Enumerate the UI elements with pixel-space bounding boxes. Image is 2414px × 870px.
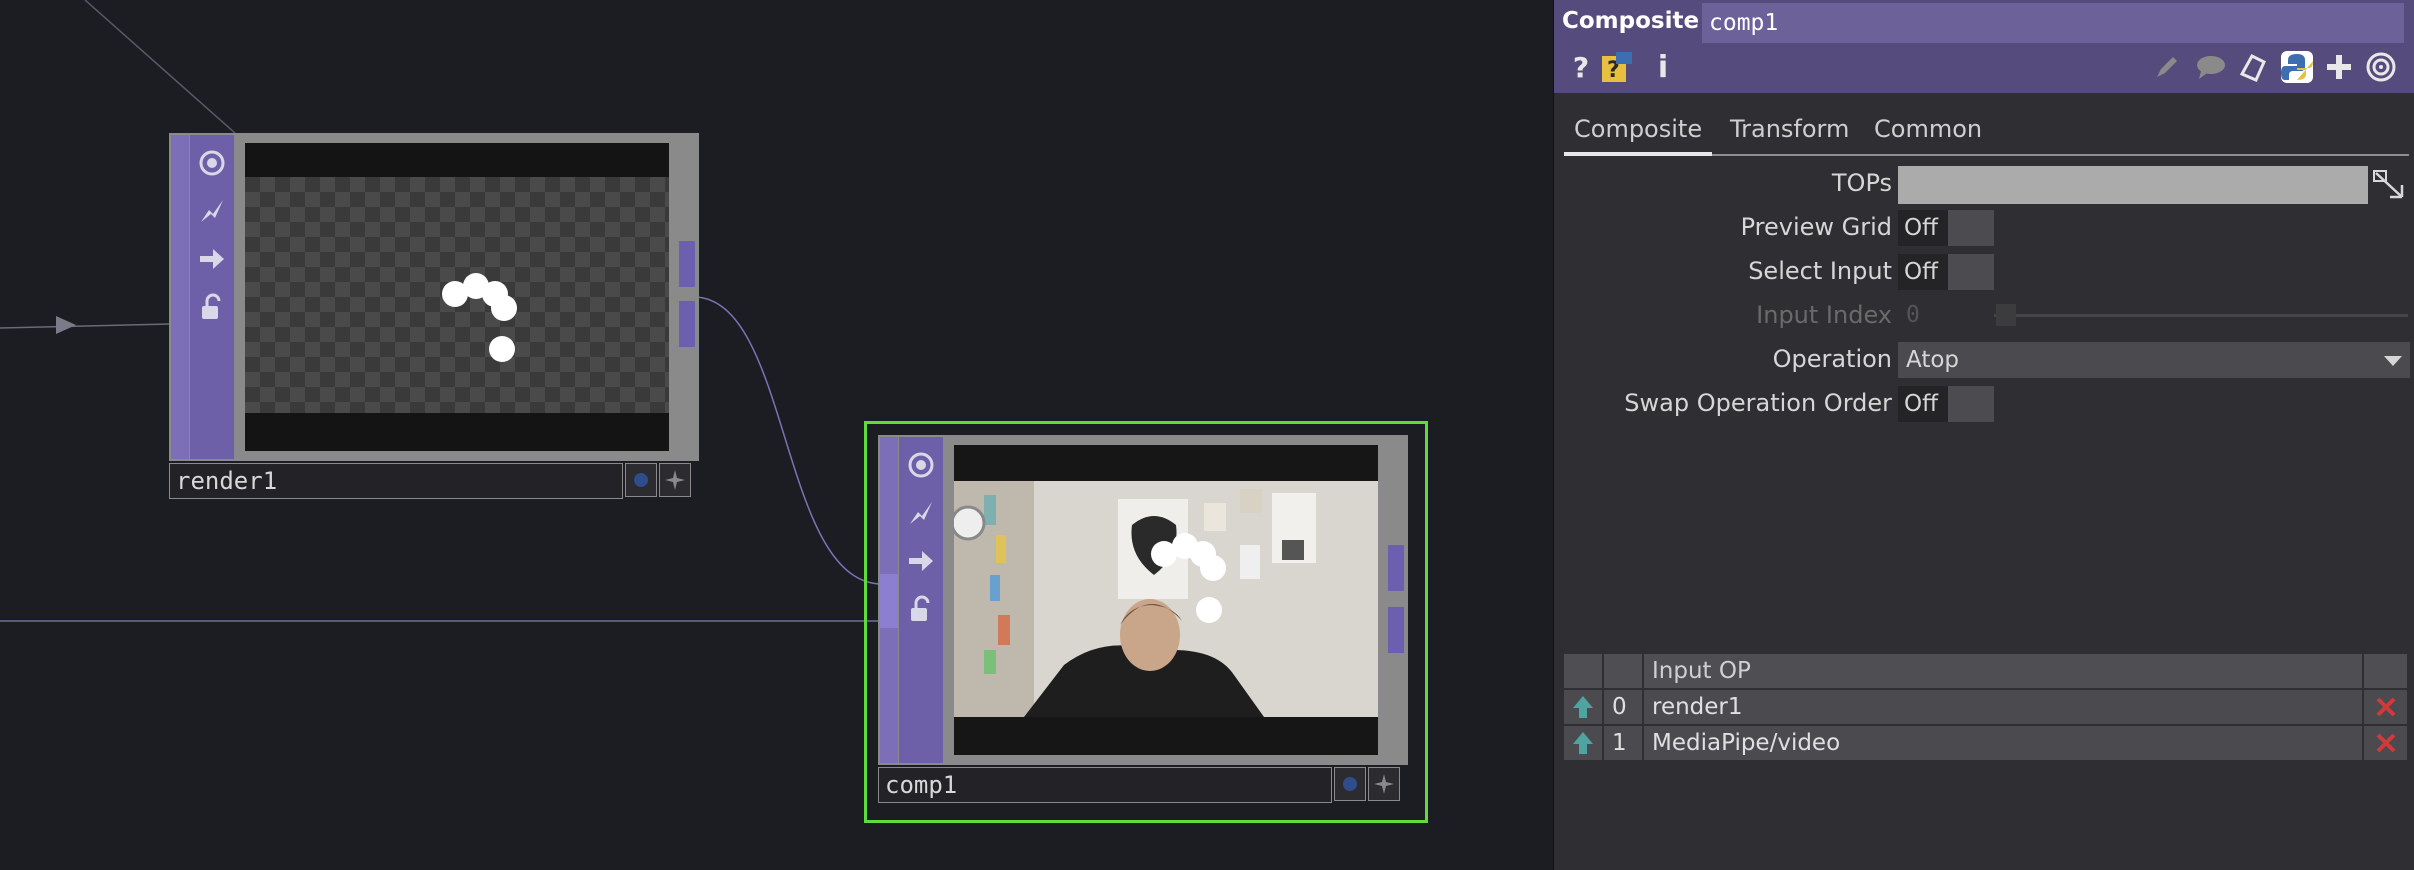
python-help-icon[interactable]: ?	[1600, 50, 1634, 84]
table-row: 0 render1	[1564, 690, 2409, 724]
param-preview-grid: Preview Grid Off	[1554, 207, 2414, 247]
input-index-value: 0	[1906, 302, 1920, 328]
info-icon[interactable]: i	[1646, 50, 1680, 85]
param-label: Preview Grid	[1740, 213, 1892, 241]
table-header-row: Input OP	[1564, 654, 2409, 688]
delete-icon[interactable]	[2364, 690, 2409, 724]
param-label: Operation	[1772, 345, 1892, 373]
export-arrow-icon[interactable]	[901, 541, 941, 581]
add-icon[interactable]	[2322, 50, 2356, 84]
landmark-dot	[489, 336, 515, 362]
tab-common[interactable]: Common	[1864, 112, 1992, 152]
toggle-value: Off	[1898, 254, 1948, 290]
move-up-icon[interactable]	[1564, 690, 1604, 724]
node-viewer-button[interactable]	[1334, 767, 1366, 801]
input-index-slider-track	[1994, 314, 2408, 317]
input-index-slider-handle	[1996, 304, 2016, 326]
cook-icon[interactable]	[192, 191, 232, 231]
param-label: Select Input	[1748, 257, 1892, 285]
node-name-label[interactable]: comp1	[878, 767, 1332, 803]
param-swap-operation-order: Swap Operation Order Off	[1554, 383, 2414, 423]
preview-grid-toggle[interactable]: Off	[1898, 210, 1994, 246]
viewer-toggle-icon[interactable]	[901, 445, 941, 485]
row-input-op[interactable]: render1	[1644, 690, 2364, 724]
parameter-panel: Composite comp1 ? ? i Composite Transfor…	[1553, 0, 2414, 870]
header-cell	[1604, 654, 1644, 688]
wire-render1-comp1	[694, 296, 881, 585]
delete-icon[interactable]	[2364, 726, 2409, 760]
toggle-switch[interactable]	[1948, 386, 1994, 422]
select-input-toggle[interactable]: Off	[1898, 254, 1994, 290]
header-cell	[1564, 654, 1604, 688]
target-icon[interactable]	[2364, 50, 2398, 84]
toggle-switch[interactable]	[1948, 254, 1994, 290]
lock-icon[interactable]	[192, 287, 232, 327]
node-flag-button[interactable]	[1368, 767, 1400, 801]
row-index: 0	[1604, 690, 1644, 724]
output-connector[interactable]	[679, 241, 695, 287]
wire-diagonal	[84, 0, 236, 134]
output-connector[interactable]	[679, 301, 695, 347]
node-name-label[interactable]: render1	[169, 463, 623, 499]
operation-dropdown[interactable]: Atop	[1898, 342, 2410, 378]
param-tops: TOPs	[1554, 163, 2414, 204]
landmark-dot	[1196, 597, 1222, 623]
move-up-icon[interactable]	[1564, 726, 1604, 760]
node-icon-column	[899, 437, 943, 763]
comment-icon[interactable]	[2194, 50, 2228, 84]
network-editor[interactable]: render1 comp1	[0, 0, 1553, 870]
chevron-down-icon	[2384, 356, 2402, 366]
node-icon-column	[190, 135, 234, 459]
node-flag-button[interactable]	[659, 463, 691, 497]
wire-arrow-icon	[56, 316, 76, 334]
tab-composite[interactable]: Composite	[1564, 112, 1713, 156]
python-icon[interactable]	[2280, 50, 2314, 84]
parameter-header: Composite comp1 ? ? i	[1554, 0, 2414, 93]
param-input-index: Input Index 0	[1554, 295, 2414, 335]
param-label: TOPs	[1831, 169, 1892, 197]
swap-order-toggle[interactable]: Off	[1898, 386, 1994, 422]
camera-frame-image	[954, 445, 1378, 755]
toggle-value: Off	[1898, 210, 1948, 246]
landmark-dot	[1200, 555, 1226, 581]
node-render1[interactable]: render1	[169, 133, 699, 499]
lock-icon[interactable]	[901, 589, 941, 629]
param-operation: Operation Atop	[1554, 339, 2414, 379]
tops-field[interactable]	[1898, 166, 2368, 204]
table-row: 1 MediaPipe/video	[1564, 726, 2409, 760]
help-icon[interactable]: ?	[1564, 50, 1598, 84]
node-viewer[interactable]	[245, 143, 669, 451]
output-connector[interactable]	[1388, 545, 1404, 591]
edit-pencil-icon[interactable]	[2150, 50, 2184, 84]
param-select-input: Select Input Off	[1554, 251, 2414, 291]
operator-name-field[interactable]: comp1	[1702, 3, 2404, 43]
clone-icon[interactable]	[2236, 50, 2270, 84]
viewer-toggle-icon[interactable]	[192, 143, 232, 183]
landmark-dot	[491, 295, 517, 321]
header-cell	[2364, 654, 2409, 688]
input-connector[interactable]	[880, 574, 898, 628]
dropdown-value: Atop	[1906, 347, 1960, 373]
toggle-switch[interactable]	[1948, 210, 1994, 246]
node-right-strip	[1386, 437, 1406, 763]
param-label: Input Index	[1756, 301, 1892, 329]
export-arrow-icon[interactable]	[192, 239, 232, 279]
node-viewer[interactable]	[954, 445, 1378, 755]
node-right-strip	[677, 135, 697, 459]
node-sidebar	[171, 135, 189, 459]
tab-transform[interactable]: Transform	[1720, 112, 1859, 152]
cook-icon[interactable]	[901, 493, 941, 533]
drop-target-arrow-icon[interactable]	[2372, 169, 2412, 203]
param-label: Swap Operation Order	[1624, 389, 1892, 417]
node-comp1[interactable]: comp1	[864, 421, 1428, 823]
row-index: 1	[1604, 726, 1644, 760]
node-viewer-button[interactable]	[625, 463, 657, 497]
row-input-op[interactable]: MediaPipe/video	[1644, 726, 2364, 760]
output-connector[interactable]	[1388, 607, 1404, 653]
toggle-value: Off	[1898, 386, 1948, 422]
operator-type-label: Composite	[1562, 8, 1700, 34]
parameter-tabs: Composite Transform Common	[1564, 112, 2409, 156]
header-input-op: Input OP	[1644, 654, 2364, 688]
wire-input-render1	[0, 323, 171, 329]
